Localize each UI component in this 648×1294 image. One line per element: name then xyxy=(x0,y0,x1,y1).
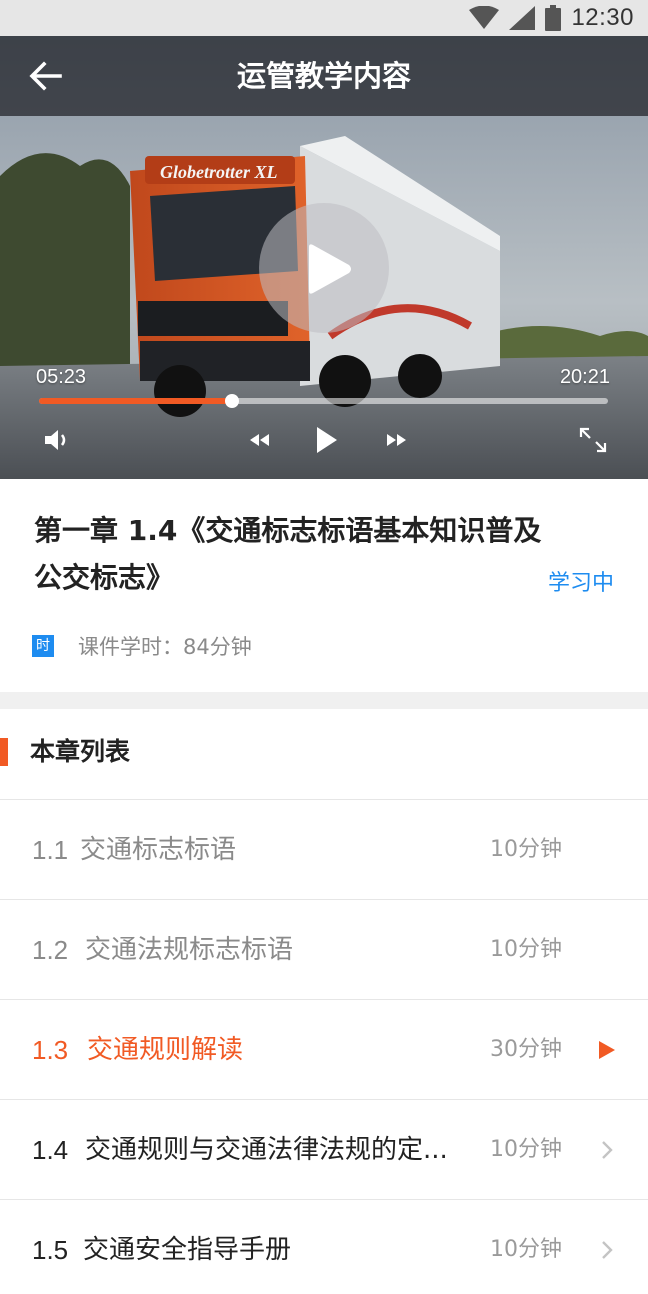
chapter-number: 1.1 xyxy=(32,835,69,865)
chapter-duration: 10分钟 xyxy=(490,1237,562,1262)
total-time: 20:21 xyxy=(559,366,610,388)
volume-icon xyxy=(45,430,66,450)
chapter-duration: 30分钟 xyxy=(490,1037,562,1062)
chapter-duration: 10分钟 xyxy=(490,1137,562,1162)
play-pause-button[interactable] xyxy=(310,424,344,456)
chapter-list: 本章列表 1.1 交通标志标语 10分钟 1.2 交通法规标志标语 10分钟 1.3 交通规则… xyxy=(0,709,648,1294)
status-time: 12:30 xyxy=(571,4,634,31)
chapter-row[interactable]: 1.4 交通规则与交通法律法规的定... 10分钟 xyxy=(0,1100,648,1200)
chapter-list-header: 本章列表 xyxy=(0,709,648,800)
chapter-duration: 10分钟 xyxy=(490,837,562,862)
chapter-number: 1.2 xyxy=(32,935,69,965)
video-player[interactable]: Globetrotter XL 运管教学内容 05:23 20:21 xyxy=(0,36,648,479)
playing-icon xyxy=(599,1041,615,1059)
chevron-right-icon xyxy=(602,1241,613,1259)
rewind-button[interactable] xyxy=(244,424,276,456)
chapter-row[interactable]: 1.5 交通安全指导手册 10分钟 xyxy=(0,1200,648,1294)
arrow-left-icon xyxy=(29,61,62,91)
lesson-info: 第一章 1.4《交通标志标语基本知识普及 公交标志》 学习中 时 课件学时：84… xyxy=(0,479,648,692)
course-hours: 时 课件学时：84分钟 xyxy=(32,631,252,661)
chapter-title: 交通标志标语 xyxy=(80,835,237,865)
signal-icon xyxy=(509,6,536,30)
truck-logo-text: Globetrotter XL xyxy=(160,162,278,182)
lesson-title: 第一章 1.4《交通标志标语基本知识普及 公交标志》 xyxy=(34,507,609,601)
fast-forward-button[interactable] xyxy=(380,424,412,456)
chapter-number: 1.3 xyxy=(32,1035,69,1065)
hours-label: 课件学时： xyxy=(78,635,183,659)
chapter-row[interactable]: 1.3 交通规则解读 30分钟 xyxy=(0,1000,648,1100)
status-icons: 12:30 xyxy=(469,0,634,36)
chapter-title: 交通规则与交通法律法规的定... xyxy=(85,1135,448,1165)
section-divider xyxy=(0,692,648,709)
chapter-row[interactable]: 1.1 交通标志标语 10分钟 xyxy=(0,800,648,900)
status-bar: 12:30 xyxy=(0,0,648,36)
lesson-title-line1: 第一章 1.4《交通标志标语基本知识普及 xyxy=(34,514,542,547)
hours-value: 84分钟 xyxy=(183,635,252,659)
chapter-title: 交通法规标志标语 xyxy=(85,935,294,965)
accent-bar xyxy=(0,738,8,766)
chapter-title: 交通安全指导手册 xyxy=(83,1235,292,1265)
chapter-title: 交通规则解读 xyxy=(87,1035,244,1065)
current-time: 05:23 xyxy=(36,366,87,388)
progress-bar[interactable] xyxy=(39,394,608,408)
chapter-number: 1.5 xyxy=(32,1235,69,1265)
progress-fill xyxy=(39,398,233,404)
back-button[interactable] xyxy=(26,56,66,96)
learning-status: 学习中 xyxy=(547,571,614,596)
chapter-list-heading: 本章列表 xyxy=(30,737,131,766)
fullscreen-button[interactable] xyxy=(576,424,610,456)
chapter-row[interactable]: 1.2 交通法规标志标语 10分钟 xyxy=(0,900,648,1000)
hours-badge-icon: 时 xyxy=(32,635,54,657)
lesson-title-line2: 公交标志》 xyxy=(34,561,175,594)
chevron-right-icon xyxy=(602,1141,613,1159)
play-icon xyxy=(317,427,337,453)
chapter-number: 1.4 xyxy=(32,1135,69,1165)
play-icon xyxy=(309,244,351,294)
hours-text: 课件学时：84分钟 xyxy=(78,631,252,661)
volume-button[interactable] xyxy=(42,424,74,456)
fast-forward-icon xyxy=(387,434,406,446)
chapter-duration: 10分钟 xyxy=(490,937,562,962)
battery-icon xyxy=(545,5,562,31)
chapter-rows: 1.1 交通标志标语 10分钟 1.2 交通法规标志标语 10分钟 1.3 交通规则解读 30分… xyxy=(0,800,648,1294)
fullscreen-icon xyxy=(579,427,607,453)
play-overlay-button[interactable] xyxy=(259,203,389,333)
header-bar: 运管教学内容 xyxy=(0,36,648,116)
page-title: 运管教学内容 xyxy=(236,59,411,93)
rewind-icon xyxy=(250,434,269,446)
wifi-icon xyxy=(469,6,500,29)
